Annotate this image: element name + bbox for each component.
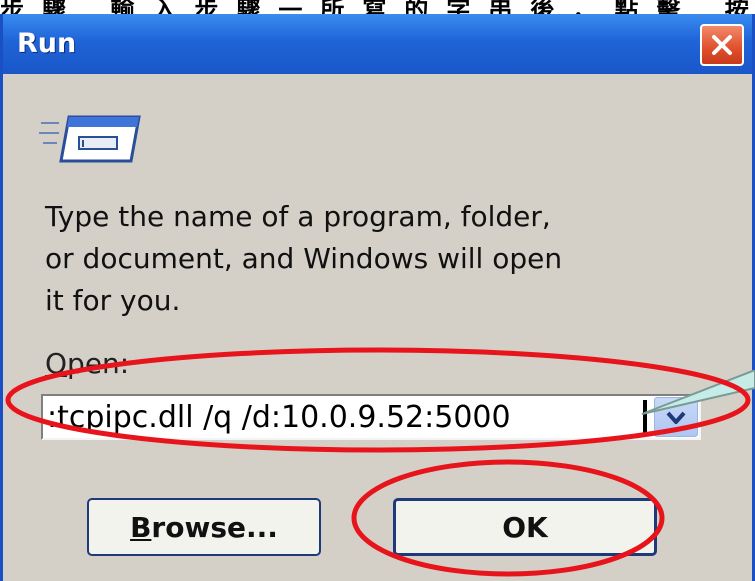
close-icon: [712, 35, 732, 55]
titlebar: Run: [3, 14, 752, 74]
run-program-icon: [39, 115, 141, 163]
description-text: Type the name of a program, folder, or d…: [45, 200, 563, 317]
open-label-rest: pen:: [67, 347, 130, 380]
open-label-mnemonic: O: [45, 347, 68, 380]
run-dialog: Run Type the name of a program, folder, …: [0, 14, 755, 581]
browse-mnemonic: B: [130, 510, 152, 544]
open-combobox[interactable]: [41, 394, 701, 440]
callout-pointer: [641, 370, 755, 415]
close-button[interactable]: [700, 24, 744, 66]
ok-button[interactable]: OK: [393, 498, 657, 556]
window-title: Run: [17, 28, 77, 59]
browse-label-rest: rowse...: [151, 510, 278, 544]
open-input[interactable]: [45, 397, 649, 437]
open-label: Open:: [45, 347, 129, 380]
browse-button[interactable]: Browse...: [87, 498, 321, 556]
